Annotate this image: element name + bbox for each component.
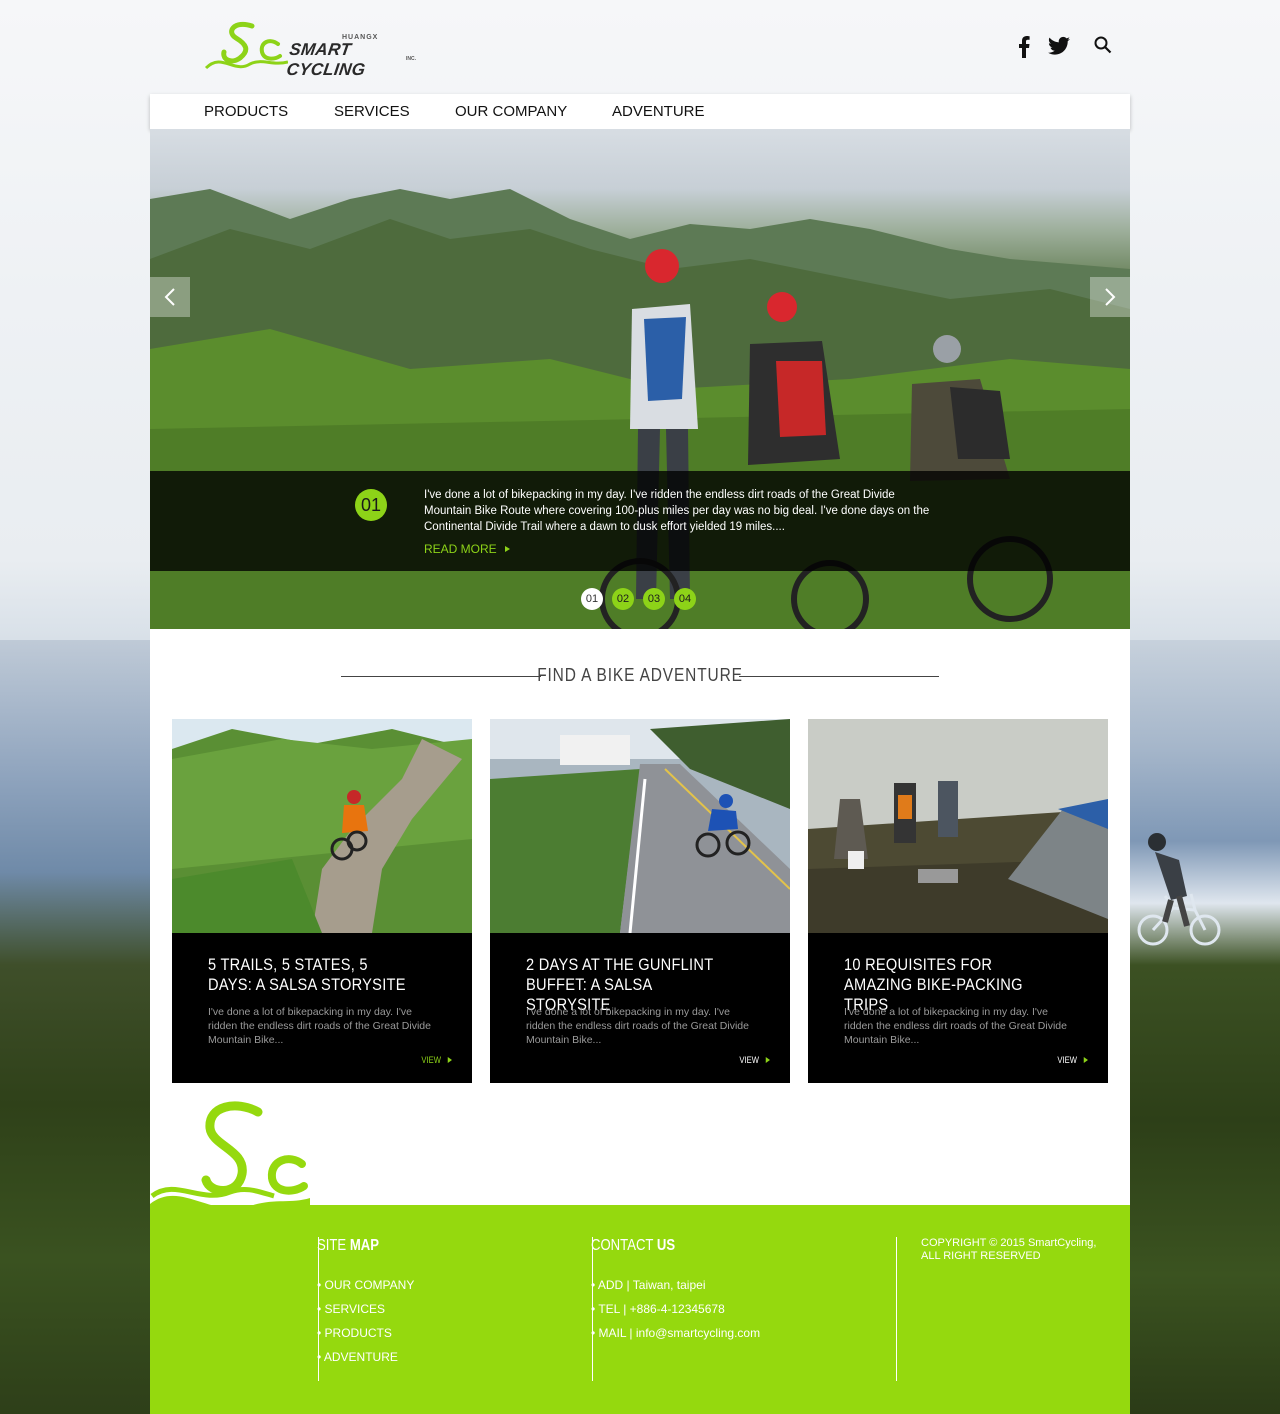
view-label: VIEW	[421, 1055, 441, 1065]
read-more-link[interactable]: READ MORE	[424, 542, 510, 556]
title-divider-right	[739, 676, 939, 677]
background-cyclist-image	[1137, 833, 1221, 946]
nav-item-products[interactable]: PRODUCTS	[204, 103, 288, 120]
footer-copyright: COPYRIGHT © 2015 SmartCycling, ALL RIGHT…	[896, 1237, 1096, 1381]
brand-suffix: INC.	[406, 56, 416, 62]
hero-next-button[interactable]	[1090, 277, 1130, 317]
view-label: VIEW	[739, 1055, 759, 1065]
facebook-icon[interactable]	[1018, 36, 1030, 58]
slider-dot-04[interactable]: 04	[674, 588, 696, 610]
card-excerpt: I've done a lot of bikepacking in my day…	[208, 1006, 431, 1046]
adventure-card[interactable]: 2 DAYS AT THE GUNFLINT BUFFET: A SALSA S…	[490, 719, 790, 1083]
hero-slider: 01 I've done a lot of bikepacking in my …	[150, 129, 1130, 629]
sc-logo-icon	[204, 22, 289, 70]
play-arrow-icon	[504, 546, 510, 552]
slide-number-badge: 01	[355, 489, 387, 521]
card-image-camp	[808, 719, 1108, 933]
chevron-left-icon	[164, 288, 175, 306]
sitemap-link-adventure[interactable]: • ADVENTURE	[317, 1345, 414, 1369]
site-footer: SITE MAP • OUR COMPANY • SERVICES • PROD…	[150, 1205, 1130, 1414]
view-label: VIEW	[1057, 1055, 1077, 1065]
play-arrow-icon	[765, 1057, 770, 1063]
sitemap-link-services[interactable]: • SERVICES	[317, 1297, 414, 1321]
nav-item-adventure[interactable]: ADVENTURE	[612, 103, 705, 120]
slider-dot-02[interactable]: 02	[612, 588, 634, 610]
contact-list: • ADD | Taiwan, taipei • TEL | +886-4-12…	[591, 1273, 760, 1345]
card-excerpt: I've done a lot of bikepacking in my day…	[526, 1006, 749, 1046]
background-hills-right	[1120, 640, 1280, 1414]
view-link[interactable]: VIEW	[421, 1055, 452, 1065]
contact-heading-bold: US	[656, 1237, 676, 1254]
adventure-card[interactable]: 10 REQUISITES FOR AMAZING BIKE-PACKING T…	[808, 719, 1108, 1083]
sitemap-heading-light: SITE	[317, 1237, 347, 1254]
nav-item-our-company[interactable]: OUR COMPANY	[455, 103, 567, 120]
hero-text: I've done a lot of bikepacking in my day…	[424, 489, 930, 533]
contact-address: • ADD | Taiwan, taipei	[591, 1278, 706, 1292]
chevron-right-icon	[1105, 288, 1116, 306]
site-header: HUANGX SMART CYCLING INC.	[150, 0, 1130, 94]
play-arrow-icon	[1083, 1057, 1088, 1063]
footer-sitemap: SITE MAP • OUR COMPANY • SERVICES • PROD…	[317, 1237, 414, 1381]
hero-caption: 01 I've done a lot of bikepacking in my …	[150, 471, 1130, 571]
card-image-trail	[172, 719, 472, 933]
read-more-label: READ MORE	[424, 542, 497, 556]
card-excerpt: I've done a lot of bikepacking in my day…	[844, 1006, 1067, 1046]
contact-phone: • TEL | +886-4-12345678	[591, 1302, 725, 1316]
sitemap-list: • OUR COMPANY • SERVICES • PRODUCTS • AD…	[317, 1273, 414, 1369]
adventure-card[interactable]: 5 TRAILS, 5 STATES, 5 DAYS: A SALSA STOR…	[172, 719, 472, 1083]
brand-logo[interactable]: HUANGX SMART CYCLING INC.	[204, 18, 424, 79]
slider-dot-03[interactable]: 03	[643, 588, 665, 610]
footer-sc-logo-icon	[150, 1101, 310, 1218]
footer-contact: CONTACT US • ADD | Taiwan, taipei • TEL …	[591, 1237, 760, 1381]
sitemap-link-products[interactable]: • PRODUCTS	[317, 1321, 414, 1345]
contact-email[interactable]: • MAIL | info@smartcycling.com	[591, 1321, 760, 1345]
play-arrow-icon	[447, 1057, 452, 1063]
slider-dot-01[interactable]: 01	[581, 588, 603, 610]
main-nav: PRODUCTS SERVICES OUR COMPANY ADVENTURE	[150, 94, 1130, 129]
hero-prev-button[interactable]	[150, 277, 190, 317]
view-link[interactable]: VIEW	[1057, 1055, 1088, 1065]
contact-heading: CONTACT US	[591, 1237, 675, 1255]
contact-heading-light: CONTACT	[591, 1237, 654, 1254]
search-icon[interactable]	[1094, 36, 1112, 54]
twitter-icon[interactable]	[1048, 36, 1070, 56]
sitemap-heading-bold: MAP	[349, 1237, 379, 1254]
view-link[interactable]: VIEW	[739, 1055, 770, 1065]
nav-item-services[interactable]: SERVICES	[334, 103, 410, 120]
sitemap-link-our-company[interactable]: • OUR COMPANY	[317, 1273, 414, 1297]
sitemap-heading: SITE MAP	[317, 1237, 379, 1255]
copyright-text: COPYRIGHT © 2015 SmartCycling, ALL RIGHT…	[921, 1237, 1097, 1262]
background-hills-left	[0, 640, 160, 1414]
card-title: 5 TRAILS, 5 STATES, 5 DAYS: A SALSA STOR…	[208, 955, 406, 994]
card-image-road	[490, 719, 790, 933]
